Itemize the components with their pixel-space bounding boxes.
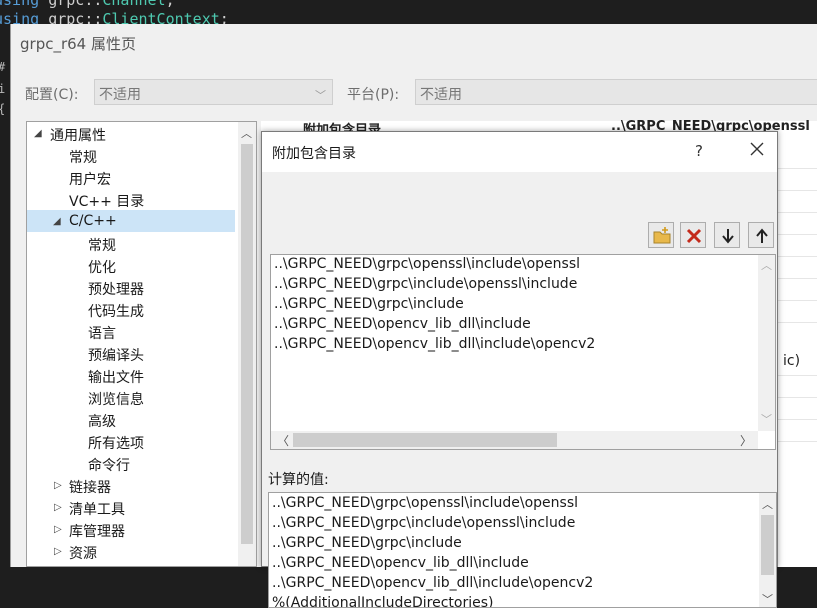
config-label: 配置(C):: [25, 87, 79, 103]
list-item: %(AdditionalIncludeDirectories): [272, 595, 494, 608]
tree-item-preprocessor[interactable]: 预处理器: [88, 279, 144, 299]
tree-item-browse-info[interactable]: 浏览信息: [88, 389, 144, 409]
dialog-body: ..\GRPC_NEED\grpc\openssl\include\openss…: [262, 172, 777, 608]
scrollbar-thumb[interactable]: [761, 515, 774, 575]
tree-item-librarian[interactable]: 库管理器: [69, 521, 125, 541]
list-item: ..\GRPC_NEED\grpc\include\openssl\includ…: [272, 515, 576, 531]
tree-item-advanced[interactable]: 高级: [88, 411, 116, 431]
list-item[interactable]: ..\GRPC_NEED\grpc\include\openssl\includ…: [274, 276, 577, 292]
evaluated-scrollbar[interactable]: ︿ ﹀: [759, 493, 776, 607]
config-value: 不适用: [99, 87, 141, 103]
additional-include-dialog: 附加包含目录 ? ..\GRPC_NEED\grpc\openssl\inclu…: [261, 131, 778, 608]
tree-scrollbar[interactable]: ︿: [238, 122, 256, 566]
collapsed-triangle-icon[interactable]: ▷: [54, 546, 62, 557]
chevron-down-icon: ﹀: [315, 89, 326, 102]
list-horizontal-scrollbar[interactable]: 〈 〉: [271, 431, 758, 449]
tree-item-linker[interactable]: 链接器: [69, 477, 111, 497]
arrow-down-icon: [722, 229, 734, 244]
tree-item-precompiled-headers[interactable]: 预编译头: [88, 345, 144, 365]
collapsed-triangle-icon[interactable]: ▷: [54, 524, 62, 535]
tree-item-output-files[interactable]: 输出文件: [88, 367, 144, 387]
tree-item-general[interactable]: 常规: [69, 147, 97, 167]
evaluated-value-label: 计算的值:: [268, 472, 329, 488]
scrollbar-thumb[interactable]: [293, 433, 557, 447]
list-item: ..\GRPC_NEED\grpc\openssl\include\openss…: [272, 495, 579, 511]
scroll-up-icon[interactable]: ︿: [241, 125, 252, 141]
tree-item-command-line[interactable]: 命令行: [88, 455, 130, 475]
code-editor-gutter: # i {: [0, 30, 10, 567]
tree-item-code-generation[interactable]: 代码生成: [88, 301, 144, 321]
move-down-button[interactable]: [714, 222, 740, 248]
grid-value-fragment: ic): [783, 353, 801, 369]
delete-icon: [686, 228, 702, 244]
scroll-down-icon[interactable]: ﹀: [761, 411, 772, 427]
delete-button[interactable]: [680, 222, 706, 248]
code-fragment: {: [0, 102, 5, 116]
scrollbar-thumb[interactable]: [241, 144, 253, 544]
property-tree[interactable]: ◢ 通用属性 常规 用户宏 VC++ 目录 ◢ C/C++ 常规 优化 预处理器…: [26, 121, 257, 567]
tree-item-vc-directories[interactable]: VC++ 目录: [69, 191, 144, 211]
code-line-1: using grpc::Channel;: [0, 0, 175, 9]
list-vertical-scrollbar[interactable]: ︿ ﹀: [758, 255, 775, 431]
expanded-triangle-icon[interactable]: ◢: [34, 128, 42, 139]
tree-item-cpp[interactable]: C/C++: [69, 213, 117, 229]
list-item[interactable]: ..\GRPC_NEED\grpc\openssl\include\openss…: [274, 256, 580, 272]
list-item: ..\GRPC_NEED\opencv_lib_dll\include: [272, 555, 529, 571]
collapsed-triangle-icon[interactable]: ▷: [54, 502, 62, 513]
dialog-title: 附加包含目录: [272, 146, 356, 162]
tree-item-optimization[interactable]: 优化: [88, 257, 116, 277]
tree-item-all-options[interactable]: 所有选项: [88, 433, 144, 453]
collapsed-triangle-icon[interactable]: ▷: [54, 480, 62, 491]
tree-item-cpp-general[interactable]: 常规: [88, 235, 116, 255]
tree-item-language[interactable]: 语言: [88, 323, 116, 343]
close-button[interactable]: [746, 138, 768, 160]
scroll-down-icon[interactable]: ﹀: [762, 591, 773, 607]
platform-label: 平台(P):: [347, 87, 400, 103]
tree-item-resources[interactable]: 资源: [69, 543, 97, 563]
window-title: grpc_r64 属性页: [20, 35, 136, 53]
list-item[interactable]: ..\GRPC_NEED\opencv_lib_dll\include\open…: [274, 336, 595, 352]
arrow-up-icon: [756, 228, 768, 243]
list-item[interactable]: ..\GRPC_NEED\grpc\include: [274, 296, 464, 312]
evaluated-values-box[interactable]: ..\GRPC_NEED\grpc\openssl\include\openss…: [268, 492, 777, 608]
list-item[interactable]: ..\GRPC_NEED\opencv_lib_dll\include: [274, 316, 531, 332]
code-fragment: i: [0, 82, 6, 96]
new-folder-icon: [653, 227, 671, 244]
tree-item-manifest-tool[interactable]: 清单工具: [69, 499, 125, 519]
scroll-right-icon[interactable]: 〉: [740, 432, 752, 449]
list-item: ..\GRPC_NEED\grpc\include: [272, 535, 462, 551]
close-icon: [750, 142, 764, 156]
scroll-up-icon[interactable]: ︿: [762, 496, 773, 512]
new-line-button[interactable]: [648, 222, 674, 248]
scroll-up-icon[interactable]: ︿: [761, 257, 772, 273]
move-up-button[interactable]: [748, 222, 774, 248]
platform-combo[interactable]: 不适用: [415, 79, 817, 105]
list-item: ..\GRPC_NEED\opencv_lib_dll\include\open…: [272, 575, 594, 591]
help-button[interactable]: ?: [695, 142, 703, 160]
scroll-left-icon[interactable]: 〈: [277, 432, 289, 449]
tree-item-common-properties[interactable]: 通用属性: [50, 125, 106, 145]
platform-value: 不适用: [420, 87, 462, 103]
include-paths-list[interactable]: ..\GRPC_NEED\grpc\openssl\include\openss…: [270, 254, 776, 450]
tree-item-user-macros[interactable]: 用户宏: [69, 169, 111, 189]
config-combo[interactable]: 不适用 ﹀: [94, 79, 333, 105]
expanded-triangle-icon[interactable]: ◢: [53, 216, 61, 227]
code-fragment: #: [0, 60, 5, 74]
